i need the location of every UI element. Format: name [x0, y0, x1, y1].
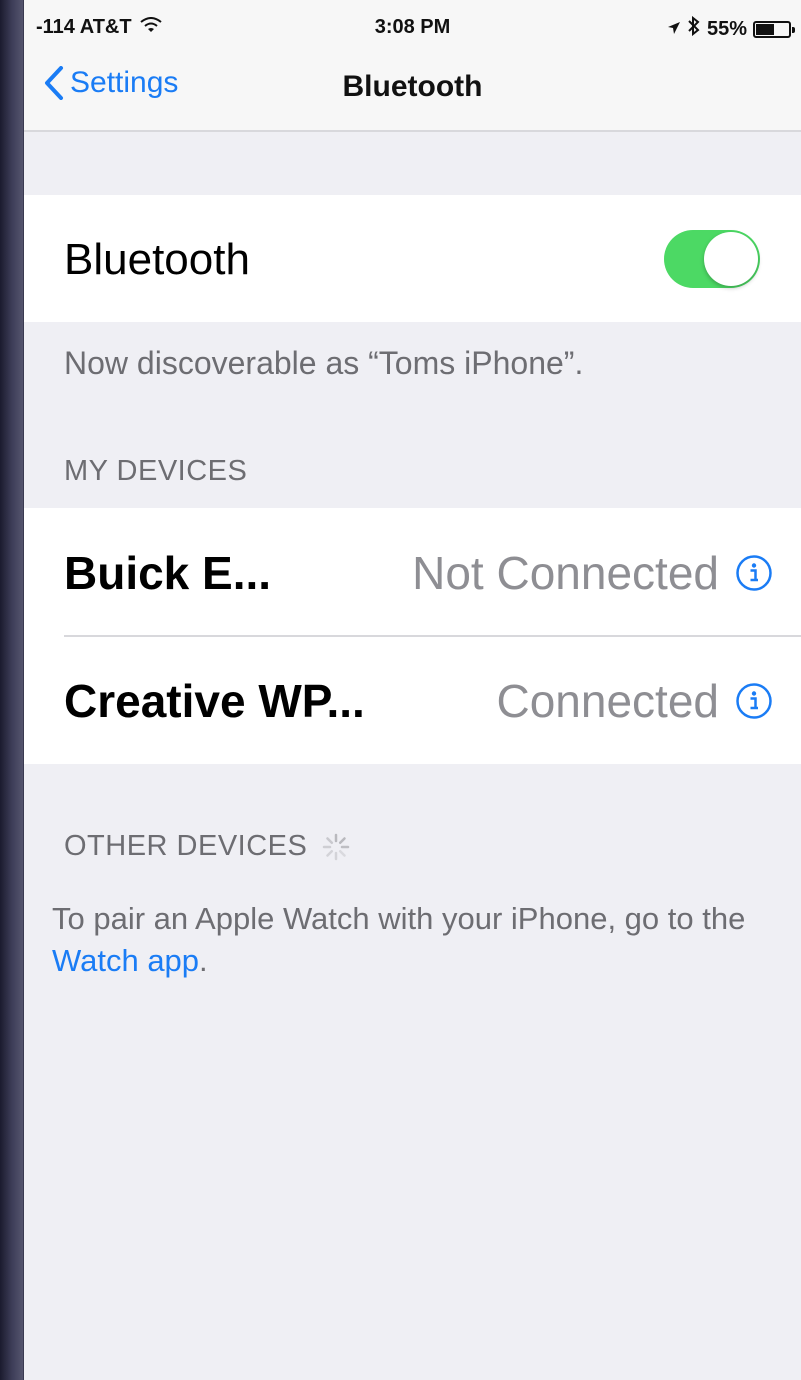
watch-app-link[interactable]: Watch app: [52, 943, 199, 978]
device-row[interactable]: Buick E... Not Connected: [24, 508, 801, 637]
loading-spinner-icon: [323, 833, 350, 860]
status-bar: -114 AT&T 3:08 PM 55%: [24, 0, 801, 52]
battery-icon: [753, 20, 795, 38]
device-name: Buick E...: [64, 547, 272, 599]
bluetooth-toggle-row: Bluetooth: [24, 195, 801, 322]
battery-fill: [756, 23, 774, 35]
info-icon[interactable]: [735, 554, 773, 592]
info-icon[interactable]: [735, 682, 773, 720]
page-title: Bluetooth: [342, 70, 483, 103]
bluetooth-label: Bluetooth: [64, 235, 250, 284]
top-bar: -114 AT&T 3:08 PM 55% Settings Bluetooth: [24, 0, 801, 132]
other-devices-label: OTHER DEVICES: [64, 830, 308, 862]
my-devices-header: MY DEVICES: [64, 455, 248, 487]
bluetooth-toggle[interactable]: [664, 230, 760, 288]
settings-screen: -114 AT&T 3:08 PM 55% Settings Bluetooth…: [24, 0, 801, 1380]
battery-nub: [792, 26, 795, 33]
location-arrow-icon: [667, 18, 681, 41]
apple-watch-pair-note: To pair an Apple Watch with your iPhone,…: [52, 898, 782, 982]
status-right: 55%: [667, 15, 795, 42]
other-devices-header: OTHER DEVICES: [64, 830, 351, 863]
bluetooth-icon: [687, 15, 701, 42]
pair-note-text: To pair an Apple Watch with your iPhone,…: [52, 901, 746, 936]
my-devices-list: Buick E... Not Connected Creative WP... …: [24, 508, 801, 764]
pair-note-period: .: [199, 943, 208, 978]
toggle-knob: [704, 232, 758, 286]
device-name: Creative WP...: [64, 675, 365, 727]
discoverable-text: Now discoverable as “Toms iPhone”.: [64, 345, 584, 381]
battery-percent: 55%: [706, 17, 747, 40]
device-status: Connected: [496, 675, 720, 727]
device-status: Not Connected: [412, 547, 719, 599]
navigation-bar: Settings Bluetooth: [24, 52, 801, 130]
device-row[interactable]: Creative WP... Connected: [24, 636, 801, 764]
